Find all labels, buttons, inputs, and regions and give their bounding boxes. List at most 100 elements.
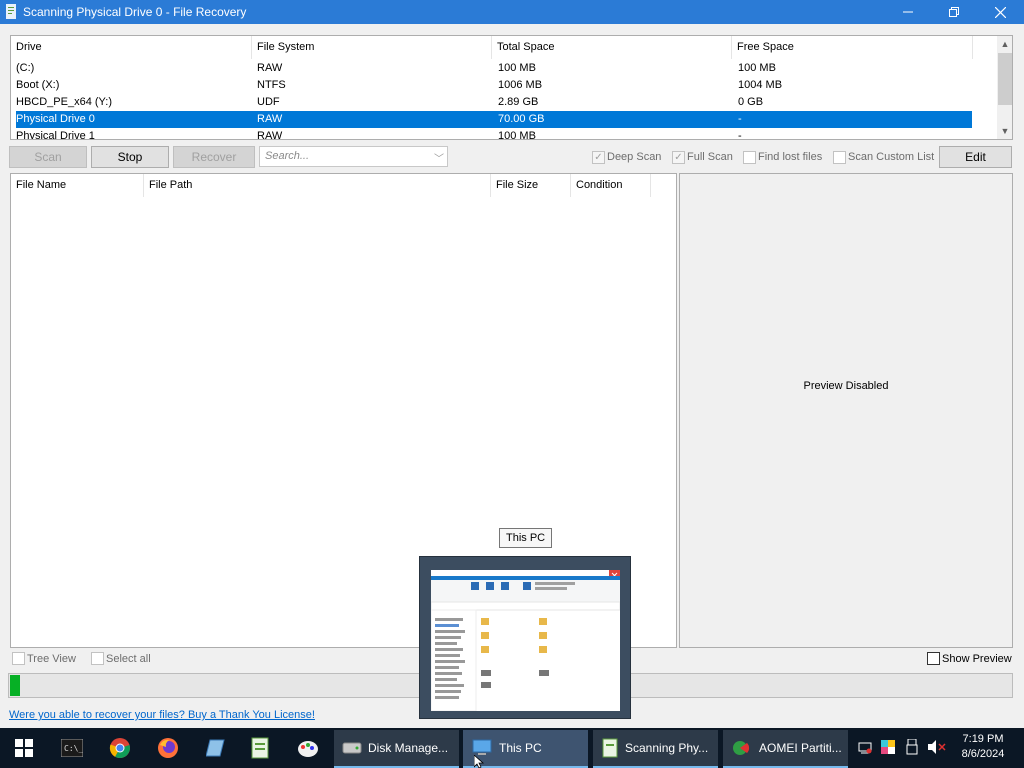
minimize-icon: [903, 11, 913, 13]
taskbar-notepad[interactable]: [192, 728, 240, 768]
preview-disabled-text: Preview Disabled: [803, 380, 889, 392]
drive-total: 100 MB: [498, 62, 536, 74]
thumbnail-window: [430, 570, 621, 712]
drive-fs: RAW: [257, 113, 283, 125]
drive-free: 0 GB: [738, 96, 764, 108]
scrollbar-thumb[interactable]: [998, 53, 1012, 105]
search-input[interactable]: Search... ﹀: [259, 146, 448, 167]
windows-logo-icon: [15, 739, 33, 757]
select-all-checkbox[interactable]: [91, 652, 104, 665]
notepad-icon: [206, 739, 225, 757]
network-icon[interactable]: [858, 740, 872, 757]
explorer-window-thumbnail-icon: [430, 570, 621, 712]
select-all-label: Select all: [106, 653, 151, 665]
close-icon: [994, 6, 1006, 18]
drive-row[interactable]: Physical Drive 1 RAW 100 MB -: [16, 128, 972, 140]
drive-list-scrollbar[interactable]: ▲ ▼: [997, 36, 1012, 139]
find-lost-files-checkbox[interactable]: [743, 151, 756, 164]
drive-column-header[interactable]: Drive: [11, 36, 252, 59]
show-preview-checkbox[interactable]: [927, 652, 940, 665]
drive-list[interactable]: Drive File System Total Space Free Space…: [10, 35, 1013, 140]
file-system-column-header[interactable]: File System: [252, 36, 492, 59]
full-scan-label: Full Scan: [687, 151, 733, 163]
clock-date: 8/6/2024: [961, 748, 1005, 760]
file-size-column-header[interactable]: File Size: [491, 174, 571, 197]
tree-view-label: Tree View: [27, 653, 76, 665]
free-space-column-header[interactable]: Free Space: [732, 36, 973, 59]
file-path-column-header[interactable]: File Path: [144, 174, 491, 197]
disk-management-icon: [342, 742, 362, 754]
search-placeholder: Search...: [265, 150, 310, 162]
recover-button[interactable]: Recover: [173, 146, 255, 168]
file-recovery-app-icon: [6, 4, 16, 19]
drive-name: Physical Drive 0: [16, 113, 95, 125]
drive-row[interactable]: Boot (X:) NTFS 1006 MB 1004 MB: [16, 77, 972, 94]
svg-text:C:\_: C:\_: [64, 744, 83, 753]
mouse-cursor-icon: [474, 755, 485, 768]
title-bar[interactable]: Scanning Physical Drive 0 - File Recover…: [0, 0, 1024, 24]
drive-fs: RAW: [257, 130, 283, 140]
show-preview-label: Show Preview: [942, 653, 1012, 665]
firefox-icon: [158, 738, 178, 758]
scan-button[interactable]: Scan: [9, 146, 87, 168]
window-title: Scanning Physical Drive 0 - File Recover…: [23, 5, 247, 19]
start-button[interactable]: [0, 728, 48, 768]
buy-license-link[interactable]: Were you able to recover your files? Buy…: [9, 709, 315, 721]
drive-name: Physical Drive 1: [16, 130, 95, 140]
drive-row[interactable]: HBCD_PE_x64 (Y:) UDF 2.89 GB 0 GB: [16, 94, 972, 111]
stop-button[interactable]: Stop: [91, 146, 169, 168]
chrome-icon: [109, 738, 130, 759]
aomei-icon: [733, 741, 750, 755]
taskbar-paint[interactable]: [284, 728, 332, 768]
taskbar-chrome[interactable]: [96, 728, 144, 768]
preview-pane: Preview Disabled: [679, 173, 1013, 648]
usb-device-icon[interactable]: [906, 738, 918, 758]
drive-total: 1006 MB: [498, 79, 543, 91]
taskbar-app-label: Scanning Phy...: [625, 741, 709, 755]
taskbar-tooltip: This PC: [499, 528, 553, 548]
drive-row-selected[interactable]: Physical Drive 0 RAW 70.00 GB -: [16, 111, 972, 128]
total-space-column-header[interactable]: Total Space: [492, 36, 732, 59]
drive-free: -: [738, 113, 742, 125]
display-icon[interactable]: [881, 740, 895, 757]
tree-view-checkbox[interactable]: [12, 652, 25, 665]
restore-icon: [949, 7, 959, 17]
close-button[interactable]: [977, 0, 1023, 24]
taskbar-firefox[interactable]: [144, 728, 192, 768]
drive-total: 2.89 GB: [498, 96, 539, 108]
taskbar-app-label: This PC: [499, 741, 542, 755]
paint-icon: [298, 741, 318, 757]
minimize-button[interactable]: [885, 0, 931, 24]
taskbar-app-aomei[interactable]: AOMEI Partiti...: [723, 730, 848, 768]
taskbar-file-recovery[interactable]: [236, 728, 284, 768]
command-prompt-icon: C:\_: [61, 739, 83, 757]
drive-fs: NTFS: [257, 79, 286, 91]
scroll-up-icon[interactable]: ▲: [997, 36, 1012, 52]
taskbar-app-label: Disk Manage...: [368, 741, 449, 755]
chevron-down-icon[interactable]: ﹀: [434, 150, 444, 165]
scan-custom-list-checkbox[interactable]: [833, 151, 846, 164]
scroll-down-icon[interactable]: ▼: [997, 123, 1012, 139]
clock-time: 7:19 PM: [962, 733, 1004, 745]
file-recovery-icon: [251, 737, 269, 759]
file-name-column-header[interactable]: File Name: [11, 174, 144, 197]
restore-button[interactable]: [931, 0, 977, 24]
progress-fill: [10, 675, 20, 696]
drive-free: 100 MB: [738, 62, 776, 74]
drive-free: -: [738, 130, 742, 140]
taskbar-cmd[interactable]: C:\_: [48, 728, 96, 768]
taskbar-app-file-recovery[interactable]: Scanning Phy...: [593, 730, 718, 768]
drive-row[interactable]: (C:) RAW 100 MB 100 MB: [16, 60, 972, 77]
volume-muted-icon[interactable]: [928, 740, 946, 757]
drive-total: 70.00 GB: [498, 113, 545, 125]
full-scan-checkbox[interactable]: ✓: [672, 151, 685, 164]
deep-scan-label: Deep Scan: [607, 151, 662, 163]
drive-total: 100 MB: [498, 130, 536, 140]
deep-scan-checkbox[interactable]: ✓: [592, 151, 605, 164]
this-pc-thumbnail[interactable]: [419, 556, 631, 719]
taskbar-app-disk-management[interactable]: Disk Manage...: [334, 730, 459, 768]
clock[interactable]: 7:19 PM 8/6/2024: [953, 732, 1013, 762]
drive-free: 1004 MB: [738, 79, 783, 91]
condition-column-header[interactable]: Condition: [571, 174, 651, 197]
edit-button[interactable]: Edit: [939, 146, 1012, 168]
